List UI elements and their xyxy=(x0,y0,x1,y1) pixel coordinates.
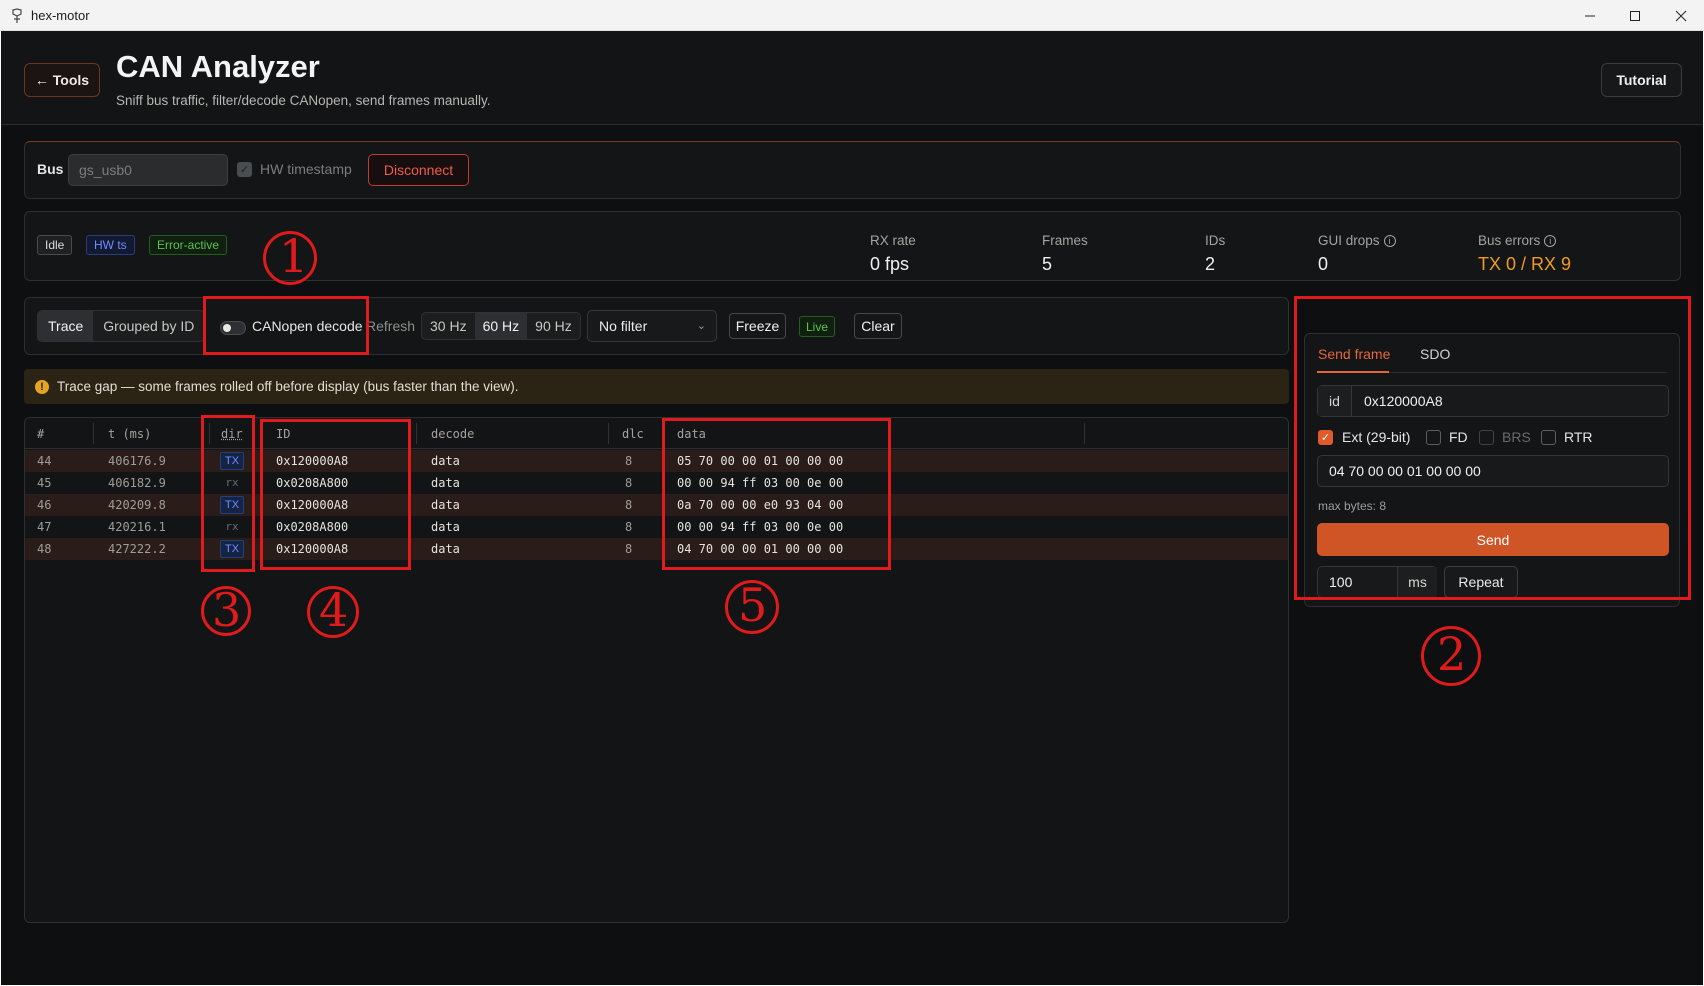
status-badge-error-active: Error-active xyxy=(149,235,228,255)
row-dlc: 8 xyxy=(625,476,633,490)
row-decode: data xyxy=(431,498,460,512)
stat-ids-label: IDs xyxy=(1205,233,1226,248)
refresh-rate-90[interactable]: 90 Hz xyxy=(527,313,580,339)
annotation-box-data-column xyxy=(662,418,891,570)
back-to-tools-button[interactable]: ← Tools xyxy=(24,63,100,97)
chevron-down-icon: ⌄ xyxy=(696,320,706,332)
bus-label: Bus xyxy=(37,161,64,177)
column-header-time[interactable]: t (ms) xyxy=(108,427,151,441)
status-badge-idle: Idle xyxy=(37,235,73,255)
refresh-rate-30[interactable]: 30 Hz xyxy=(422,313,475,339)
bus-panel: Bus gs_usb0 ✓ HW timestamp Disconnect xyxy=(24,141,1681,199)
annotation-number-5: 5 xyxy=(738,578,768,632)
stat-rx-rate-label: RX rate xyxy=(870,233,916,248)
view-mode-toggle: Trace Grouped by ID xyxy=(37,310,206,342)
page-header: ← Tools CAN Analyzer Sniff bus traffic, … xyxy=(1,31,1703,125)
view-mode-trace[interactable]: Trace xyxy=(38,311,94,341)
annotation-box-send-frame xyxy=(1294,296,1691,600)
row-dlc: 8 xyxy=(625,498,633,512)
freeze-button[interactable]: Freeze xyxy=(729,313,786,339)
status-badge-hw-ts: HW ts xyxy=(86,235,135,255)
column-header-decode[interactable]: decode xyxy=(431,427,474,441)
refresh-label: Refresh xyxy=(366,318,416,334)
live-status-badge: Live xyxy=(799,316,835,337)
stat-ids-value: 2 xyxy=(1205,254,1216,274)
view-mode-grouped[interactable]: Grouped by ID xyxy=(93,311,204,341)
info-icon[interactable]: i xyxy=(1544,235,1557,247)
info-icon[interactable]: i xyxy=(1383,235,1396,247)
clear-button[interactable]: Clear xyxy=(854,313,902,339)
maximize-icon xyxy=(1630,10,1640,21)
minimize-icon xyxy=(1585,15,1595,16)
hw-timestamp-checkbox[interactable]: ✓ xyxy=(237,162,252,177)
column-divider[interactable] xyxy=(93,423,94,444)
refresh-rate-60[interactable]: 60 Hz xyxy=(474,313,528,339)
row-time: 427222.2 xyxy=(108,542,166,556)
row-decode: data xyxy=(431,454,460,468)
window-title: hex-motor xyxy=(31,8,90,23)
annotation-number-1: 1 xyxy=(279,229,309,283)
annotation-number-2: 2 xyxy=(1437,627,1467,681)
warning-text: Trace gap — some frames rolled off befor… xyxy=(57,379,519,394)
frame-filter-select[interactable]: No filter ⌄ xyxy=(587,310,717,342)
stat-gui-drops: GUI drops i xyxy=(1318,233,1396,248)
row-decode: data xyxy=(431,542,460,556)
stat-rx-rate-value: 0 fps xyxy=(870,254,910,274)
annotation-box-id-column xyxy=(260,419,411,570)
row-time: 420209.8 xyxy=(108,498,166,512)
row-index: 47 xyxy=(37,520,52,534)
checkmark-icon: ✓ xyxy=(239,164,250,176)
stat-gui-drops-value: 0 xyxy=(1318,254,1329,274)
row-index: 46 xyxy=(37,498,52,512)
stat-frames-value: 5 xyxy=(1042,254,1053,274)
app-icon xyxy=(12,8,22,23)
annotation-box-canopen xyxy=(203,296,369,355)
tutorial-button[interactable]: Tutorial xyxy=(1601,63,1682,97)
close-icon xyxy=(1675,10,1687,21)
disconnect-button[interactable]: Disconnect xyxy=(368,154,469,186)
annotation-box-dir-column xyxy=(201,415,255,572)
frame-filter-value: No filter xyxy=(599,318,648,334)
row-index: 45 xyxy=(37,476,52,490)
row-dlc: 8 xyxy=(625,454,633,468)
stat-gui-drops-label: GUI drops xyxy=(1318,233,1380,248)
minimize-button[interactable] xyxy=(1567,0,1613,31)
close-window-button[interactable] xyxy=(1658,0,1704,31)
row-index: 48 xyxy=(37,542,52,556)
refresh-rate-selector: 30 Hz 60 Hz 90 Hz xyxy=(421,312,581,340)
column-divider[interactable] xyxy=(608,423,609,444)
row-time: 420216.1 xyxy=(108,520,166,534)
row-decode: data xyxy=(431,520,460,534)
stat-bus-errors-label: Bus errors xyxy=(1478,233,1541,248)
trace-gap-warning: ! Trace gap — some frames rolled off bef… xyxy=(24,369,1289,404)
annotation-number-3: 3 xyxy=(212,583,242,637)
column-header-index[interactable]: # xyxy=(37,427,44,441)
row-decode: data xyxy=(431,476,460,490)
row-time: 406176.9 xyxy=(108,454,166,468)
row-index: 44 xyxy=(37,454,52,468)
window-titlebar: hex-motor xyxy=(0,0,1704,31)
row-time: 406182.9 xyxy=(108,476,166,490)
page-title: CAN Analyzer xyxy=(116,49,320,84)
stat-bus-errors-value: TX 0 / RX 9 xyxy=(1478,254,1572,274)
stat-frames-label: Frames xyxy=(1042,233,1088,248)
warning-icon: ! xyxy=(35,380,49,394)
maximize-button[interactable] xyxy=(1612,0,1658,31)
column-divider[interactable] xyxy=(1084,423,1085,444)
column-header-dlc[interactable]: dlc xyxy=(622,427,644,441)
bus-interface-field[interactable]: gs_usb0 xyxy=(68,154,228,186)
row-dlc: 8 xyxy=(625,542,633,556)
page-subtitle: Sniff bus traffic, filter/decode CANopen… xyxy=(116,93,491,108)
annotation-number-4: 4 xyxy=(319,583,349,637)
row-dlc: 8 xyxy=(625,520,633,534)
hw-timestamp-label: HW timestamp xyxy=(260,161,352,177)
stat-bus-errors: Bus errors i xyxy=(1478,233,1557,248)
column-divider[interactable] xyxy=(416,423,417,444)
